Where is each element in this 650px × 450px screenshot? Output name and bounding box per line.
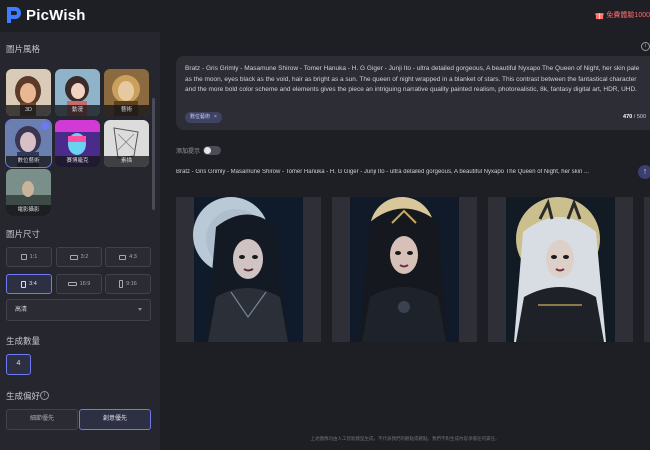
style-label: 素描 — [104, 156, 149, 167]
queen-image — [350, 197, 459, 342]
settings-sidebar: 圖片風格 3D 動漫 藝術 數位藝術 賽博龐克 素描 電影攝影 圖片尺寸 1:1… — [0, 32, 160, 450]
ratio-portrait-icon — [21, 280, 27, 288]
quality-select[interactable]: 高清 — [6, 299, 151, 321]
up-arrow-icon[interactable]: ↑ — [638, 165, 650, 179]
prompt-input-box[interactable]: Bratz - Gris Grimly - Masamune Shirow - … — [176, 56, 650, 130]
style-card-cyberpunk[interactable]: 賽博龐克 — [55, 120, 100, 167]
generated-image-4[interactable] — [644, 197, 650, 342]
size-label: 9:16 — [126, 281, 137, 287]
style-card-art[interactable]: 藝術 — [104, 69, 149, 116]
preference-creative-button[interactable]: 創意優先 — [79, 409, 151, 430]
size-section-title: 圖片尺寸 — [6, 229, 41, 239]
prompt-text[interactable]: Bratz - Gris Grimly - Masamune Shirow - … — [185, 64, 647, 108]
toggle-knob — [204, 147, 211, 154]
chevron-down-icon — [138, 308, 142, 311]
selected-check-icon — [41, 122, 49, 130]
char-count-current: 470 — [623, 114, 633, 120]
app-name[interactable]: PicWish — [26, 7, 86, 24]
promo-link[interactable]: 免費體驗1000 — [595, 10, 650, 20]
close-icon[interactable]: × — [214, 112, 217, 123]
sidebar-scrollbar[interactable] — [152, 98, 155, 210]
ratio-square-icon — [20, 254, 27, 260]
preference-section-title: 生成偏好 — [6, 391, 41, 401]
style-label: 藝術 — [104, 105, 149, 116]
queen-image — [193, 197, 303, 342]
style-label: 數位藝術 — [6, 156, 51, 167]
generated-image-2[interactable] — [332, 197, 477, 342]
style-card-digital-art[interactable]: 數位藝術 — [5, 119, 52, 168]
style-card-cinematic[interactable]: 電影攝影 — [6, 169, 51, 216]
style-card-anime[interactable]: 動漫 — [55, 69, 100, 116]
char-count: 470 / 500 — [623, 114, 646, 120]
size-label: 3:4 — [29, 281, 37, 287]
size-label: 16:9 — [79, 281, 91, 287]
generated-image-3[interactable] — [488, 197, 633, 342]
footer-disclaimer: 上述圖像均由人工智能模型生成，不代表我們的觀點或觀點。我們不對生成內容承擔任何責… — [310, 436, 500, 441]
size-label: 4:3 — [129, 254, 137, 260]
style-tag-label: 數位藝術 — [190, 114, 211, 120]
help-icon[interactable]: i — [641, 42, 650, 51]
style-label: 3D — [6, 105, 51, 116]
size-label: 1:1 — [29, 254, 38, 260]
ratio-wide-icon — [67, 282, 77, 286]
size-label: 3:2 — [80, 254, 89, 260]
size-option-3-4[interactable]: 3:4 — [6, 274, 52, 294]
char-count-max: / 500 — [633, 114, 646, 120]
style-section-title: 圖片風格 — [6, 44, 41, 54]
size-option-16-9[interactable]: 16:9 — [56, 274, 102, 294]
queen-image — [506, 197, 615, 342]
count-section-title: 生成數量 — [6, 336, 41, 346]
style-tag-chip[interactable]: 數位藝術 × — [185, 112, 222, 123]
result-prompt-text: Bratz - Gris Grimly - Masamune Shirow - … — [176, 169, 589, 175]
style-label: 賽博龐克 — [55, 156, 100, 167]
size-option-9-16[interactable]: 9:16 — [105, 274, 151, 294]
size-option-3-2[interactable]: 3:2 — [56, 247, 102, 267]
preference-detail-button[interactable]: 細節優先 — [6, 409, 78, 430]
generated-image-1[interactable] — [176, 197, 321, 342]
quality-value: 高清 — [15, 307, 28, 313]
gift-icon — [595, 12, 604, 19]
ratio-landscape-icon — [69, 254, 78, 260]
style-card-sketch[interactable]: 素描 — [104, 120, 149, 167]
ratio-tall-icon — [119, 280, 124, 288]
ratio-landscape-icon — [119, 254, 127, 260]
main-panel: Bratz - Gris Grimly - Masamune Shirow - … — [160, 32, 650, 450]
top-bar: PicWish 免費體驗1000 — [0, 0, 650, 32]
picwish-logo-icon[interactable] — [5, 5, 22, 25]
info-icon[interactable]: i — [40, 391, 49, 400]
promo-text: 免費體驗1000 — [606, 12, 650, 19]
style-label: 電影攝影 — [6, 205, 51, 216]
style-card-3d[interactable]: 3D — [6, 69, 51, 116]
toggle-label: 添加提示 — [176, 149, 201, 155]
size-option-1-1[interactable]: 1:1 — [6, 247, 52, 267]
prompt-toggle[interactable] — [203, 146, 221, 155]
style-label: 動漫 — [55, 105, 100, 116]
count-option-4[interactable]: 4 — [6, 354, 31, 375]
size-option-4-3[interactable]: 4:3 — [105, 247, 151, 267]
